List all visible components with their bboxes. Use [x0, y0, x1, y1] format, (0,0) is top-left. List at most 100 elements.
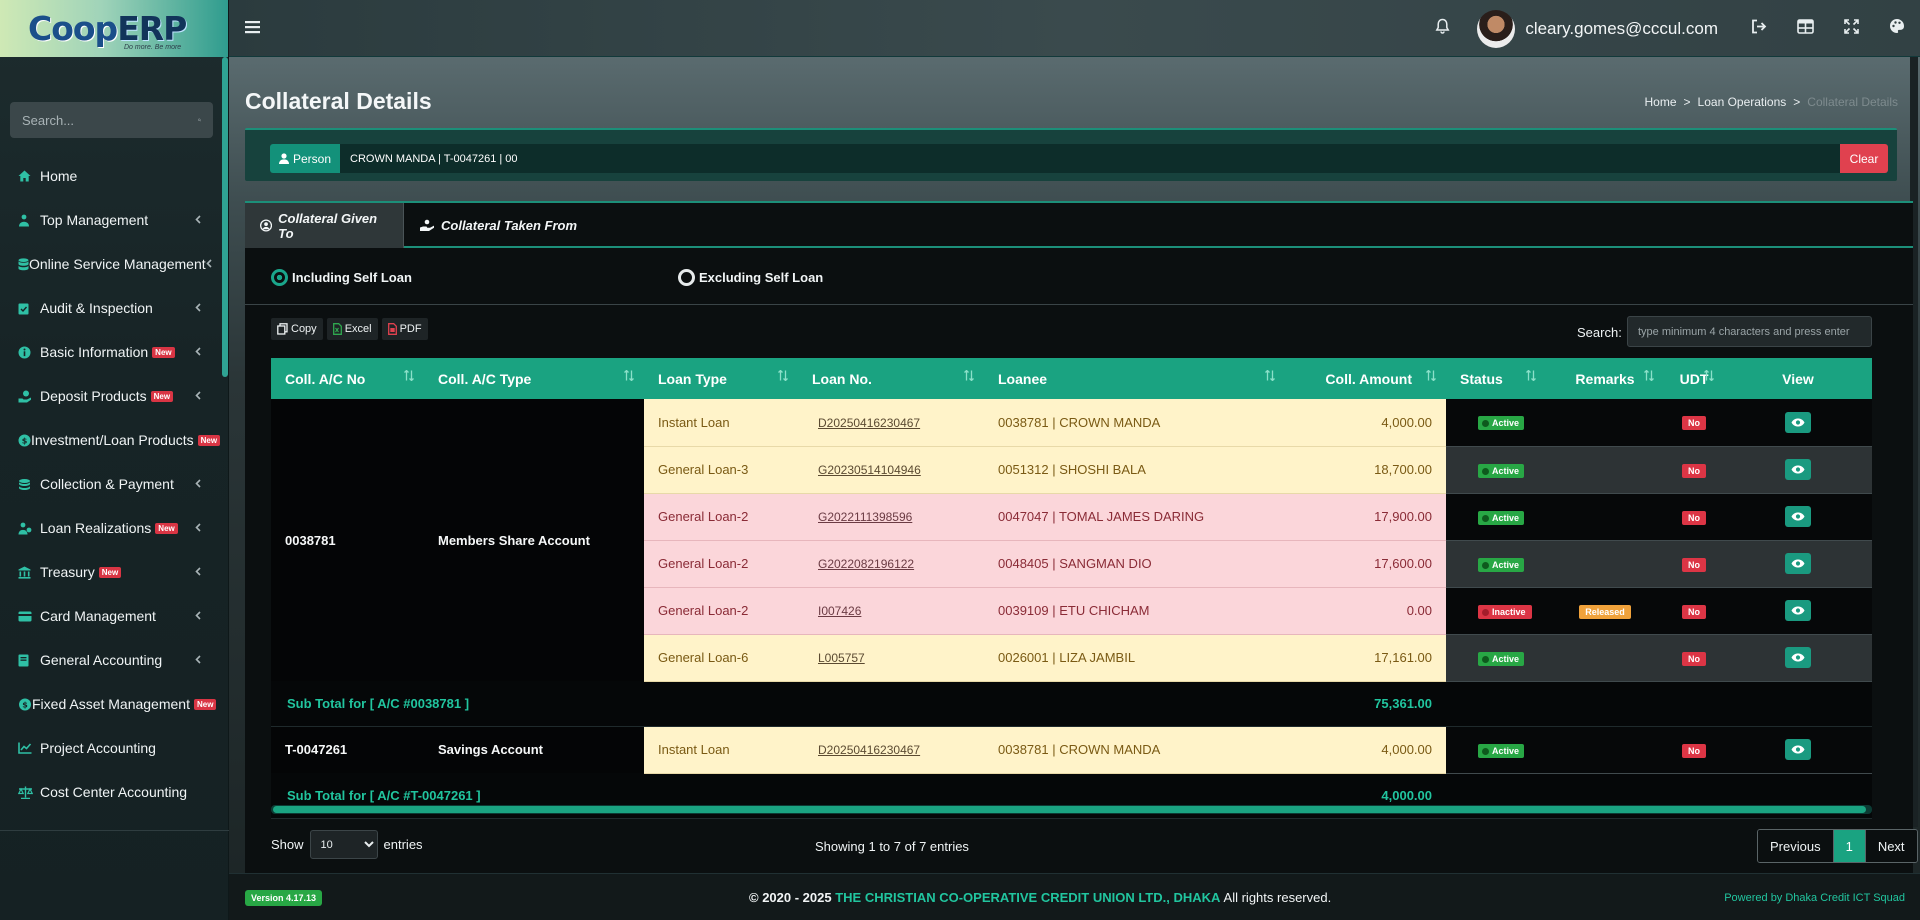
chevron-left-icon[interactable] [195, 521, 201, 535]
pdf-button[interactable]: PDF [381, 318, 428, 340]
sort-icon[interactable] [1426, 369, 1436, 384]
tab-collateral-taken-from[interactable]: Collateral Taken From [404, 203, 592, 248]
column-header-loanee[interactable]: Loanee [984, 358, 1285, 399]
loan-no-link[interactable]: G20230514104946 [812, 463, 921, 477]
layout-icon[interactable] [1782, 18, 1828, 39]
sidebar-item-online-service-management[interactable]: Online Service Management [0, 242, 223, 286]
sidebar-item-home[interactable]: Home [0, 154, 223, 198]
eye-icon[interactable] [1785, 739, 1811, 760]
eye-icon[interactable] [1785, 506, 1811, 527]
sidebar-item-label: Cost Center Accounting [40, 784, 188, 800]
chevron-left-icon[interactable] [206, 257, 212, 271]
sort-icon[interactable] [404, 369, 414, 384]
breadcrumb-home[interactable]: Home [1645, 95, 1677, 109]
menu-toggle-icon[interactable] [245, 17, 260, 40]
loan-no-link[interactable]: D20250416230467 [812, 743, 920, 757]
person-button[interactable]: Person [270, 144, 340, 173]
chevron-left-icon[interactable] [195, 389, 201, 403]
loan-no-link[interactable]: G2022111398596 [812, 510, 912, 524]
sidebar-item-top-management[interactable]: Top Management [0, 198, 223, 242]
column-header-udt[interactable]: UDT [1664, 358, 1724, 399]
loan-no-link[interactable]: L005757 [812, 651, 865, 665]
remarks-cell [1546, 493, 1664, 541]
table-search-input[interactable] [1627, 316, 1872, 347]
chevron-left-icon[interactable] [195, 345, 201, 359]
sidebar-item-general-accounting[interactable]: General Accounting [0, 638, 223, 682]
udt-badge: No [1682, 651, 1706, 666]
eye-icon[interactable] [1785, 553, 1811, 574]
sidebar-item-project-accounting[interactable]: Project Accounting [0, 726, 223, 770]
eye-icon[interactable] [1785, 647, 1811, 668]
sidebar-item-label: Home [40, 168, 78, 184]
sidebar-item-audit-inspection[interactable]: Audit & Inspection [0, 286, 223, 330]
column-header-coll-ac-type[interactable]: Coll. A/C Type [424, 358, 644, 399]
column-header-loan-type[interactable]: Loan Type [644, 358, 798, 399]
page-1-button[interactable]: 1 [1832, 830, 1865, 862]
sidebar-item-card-management[interactable]: Card Management [0, 594, 223, 638]
palette-icon[interactable] [1874, 18, 1920, 39]
sidebar-item-loan-realizations[interactable]: Loan Realizations New [0, 506, 223, 550]
eye-icon[interactable] [1785, 600, 1811, 621]
column-header-coll-ac-no[interactable]: Coll. A/C No [271, 358, 424, 399]
next-button[interactable]: Next [1864, 830, 1917, 862]
sort-icon[interactable] [1526, 369, 1536, 384]
radio-excluding-self-loan[interactable]: Excluding Self Loan [678, 269, 823, 286]
page-size-select[interactable]: 10 [309, 830, 378, 859]
user-email[interactable]: cleary.gomes@cccul.com [1525, 19, 1718, 39]
bell-icon[interactable] [1419, 18, 1465, 39]
radio-including-self-loan[interactable]: Including Self Loan [271, 269, 412, 286]
loan-no-link[interactable]: D20250416230467 [812, 416, 920, 430]
sidebar-item-basic-information[interactable]: Basic Information New [0, 330, 223, 374]
chevron-left-icon[interactable] [195, 609, 201, 623]
loan-no-cell: G2022111398596 [798, 493, 984, 541]
app-logo[interactable]: CoopERP Do more. Be more [0, 0, 228, 57]
column-header-loan-no[interactable]: Loan No. [798, 358, 984, 399]
sidebar-item-treasury[interactable]: Treasury New [0, 550, 223, 594]
breadcrumb-loan-operations[interactable]: Loan Operations [1698, 95, 1787, 109]
sort-icon[interactable] [624, 369, 634, 384]
column-header-coll-amount[interactable]: Coll. Amount [1285, 358, 1446, 399]
chevron-left-icon[interactable] [195, 653, 201, 667]
chevron-left-icon[interactable] [195, 565, 201, 579]
sidebar-item-investment-loan-products[interactable]: $ Investment/Loan Products New [0, 418, 223, 462]
person-input[interactable]: CROWN MANDA | T-0047261 | 00 [340, 144, 1840, 173]
sidebar-item-label: Collection & Payment [40, 476, 174, 492]
sort-icon[interactable] [964, 369, 974, 384]
eye-icon[interactable] [1785, 459, 1811, 480]
sidebar-divider [0, 830, 229, 831]
subtotal-label: Sub Total for [ A/C #T-0047261 ] [287, 788, 481, 803]
clear-button[interactable]: Clear [1840, 144, 1888, 173]
tab-collateral-given-to[interactable]: Collateral Given To [245, 203, 404, 248]
sidebar-search-input[interactable] [22, 112, 198, 128]
loanee: 0038781 | CROWN MANDA [998, 414, 1161, 430]
sidebar-item-deposit-products[interactable]: Deposit Products New [0, 374, 223, 418]
column-header-status[interactable]: Status [1446, 358, 1546, 399]
column-header-label: Coll. Amount [1325, 370, 1412, 387]
chevron-left-icon[interactable] [195, 477, 201, 491]
sidebar-item-fixed-asset-management[interactable]: $ Fixed Asset Management New [0, 682, 223, 726]
sort-icon[interactable] [1265, 369, 1275, 384]
excel-button[interactable]: Excel [326, 318, 378, 340]
sort-icon[interactable] [778, 369, 788, 384]
table-horizontal-scrollbar[interactable] [271, 805, 1872, 814]
organization-link[interactable]: THE CHRISTIAN CO-OPERATIVE CREDIT UNION … [835, 890, 1220, 905]
eye-icon[interactable] [1785, 411, 1811, 433]
loan-no-link[interactable]: I007426 [812, 604, 861, 618]
table-info: Showing 1 to 7 of 7 entries [815, 839, 969, 854]
sort-icon[interactable] [1704, 369, 1714, 384]
loan-type: General Loan-6 [658, 650, 749, 665]
loan-no-link[interactable]: G2022082196122 [812, 557, 914, 571]
chevron-left-icon[interactable] [195, 301, 201, 315]
logout-icon[interactable] [1736, 19, 1782, 39]
avatar[interactable] [1477, 9, 1516, 48]
loanee-cell: 0039109 | ETU CHICHAM [984, 587, 1285, 635]
previous-button[interactable]: Previous [1758, 830, 1833, 862]
chevron-left-icon[interactable] [195, 213, 201, 227]
copy-button[interactable]: Copy [271, 318, 323, 340]
column-header-remarks[interactable]: Remarks [1546, 358, 1664, 399]
sidebar-item-cost-center-accounting[interactable]: Cost Center Accounting [0, 770, 223, 814]
sidebar-item-collection-payment[interactable]: Collection & Payment [0, 462, 223, 506]
search-icon[interactable] [198, 113, 201, 127]
fullscreen-icon[interactable] [1828, 18, 1874, 39]
sort-icon[interactable] [1644, 369, 1654, 384]
